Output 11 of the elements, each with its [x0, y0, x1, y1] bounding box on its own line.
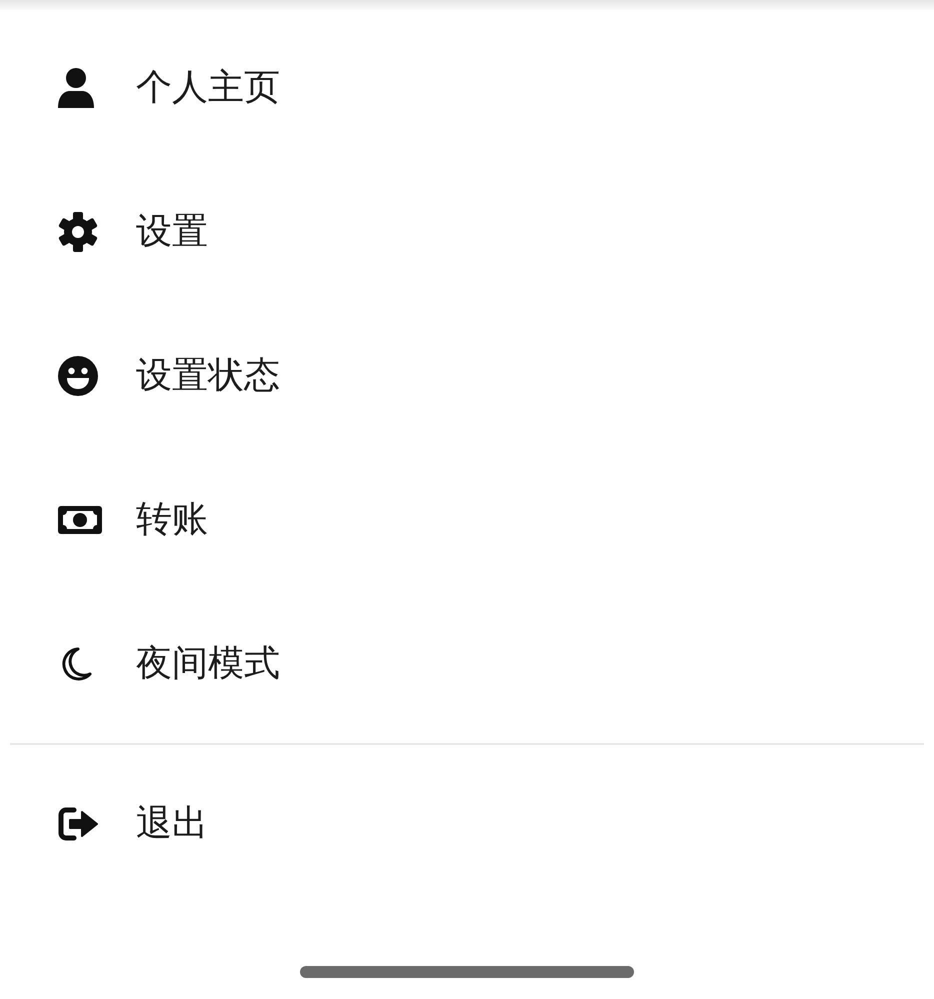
- menu-item[interactable]: 设置状态: [0, 304, 934, 448]
- menu-item[interactable]: 设置: [0, 160, 934, 304]
- logout-icon: [58, 806, 98, 842]
- person-icon: [58, 68, 94, 108]
- menu-item[interactable]: 夜间模式: [0, 592, 934, 736]
- banknote-icon: [58, 506, 102, 534]
- menu-item[interactable]: 个人主页: [0, 16, 934, 160]
- settings-icon: [58, 212, 98, 252]
- menu-item[interactable]: 转账: [0, 448, 934, 592]
- smiley-icon: [58, 356, 98, 396]
- menu-item[interactable]: 退出: [0, 752, 934, 896]
